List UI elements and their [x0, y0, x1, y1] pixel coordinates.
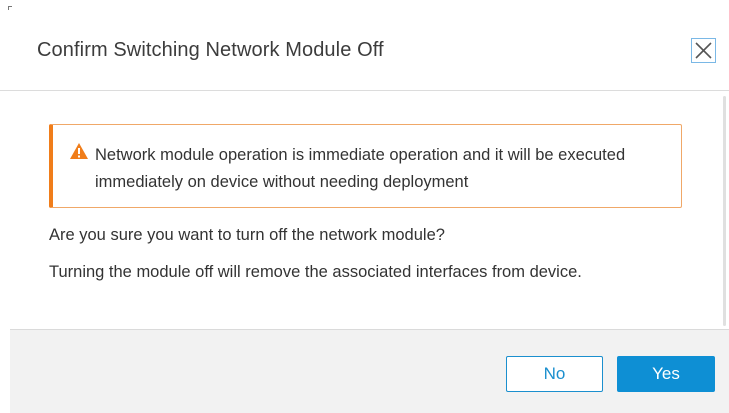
warning-icon — [70, 143, 88, 159]
confirm-dialog: Confirm Switching Network Module Off Net… — [0, 0, 729, 413]
close-icon — [695, 42, 712, 59]
scrollbar[interactable] — [723, 96, 726, 326]
yes-button[interactable]: Yes — [617, 356, 715, 392]
warning-alert: Network module operation is immediate op… — [49, 124, 682, 208]
dialog-header: Confirm Switching Network Module Off — [0, 0, 729, 91]
alert-message: Network module operation is immediate op… — [95, 146, 626, 191]
confirm-question: Are you sure you want to turn off the ne… — [49, 226, 445, 244]
confirm-info: Turning the module off will remove the a… — [49, 263, 582, 281]
dialog-title: Confirm Switching Network Module Off — [37, 39, 384, 61]
no-button[interactable]: No — [506, 356, 603, 392]
close-button[interactable] — [691, 38, 716, 63]
